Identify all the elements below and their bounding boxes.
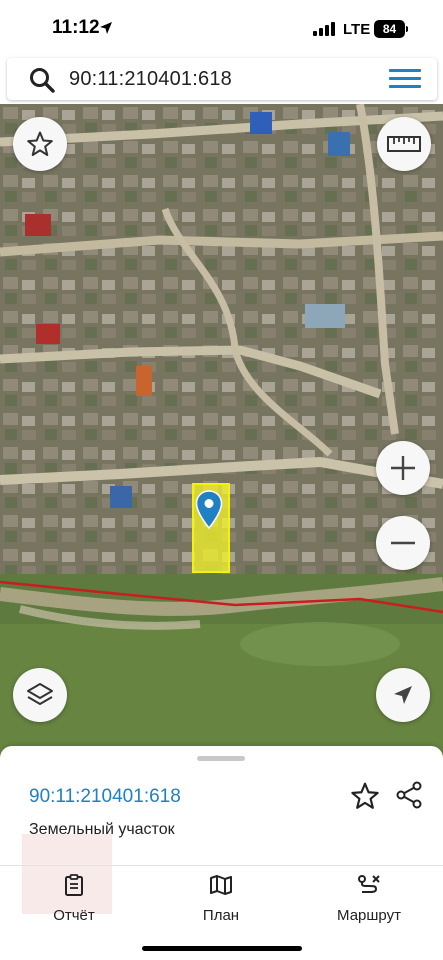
share-icon[interactable] [395,781,423,809]
satellite-map[interactable] [0,104,443,764]
battery-tip [406,26,408,32]
search-input[interactable]: 90:11:210401:618 [69,68,232,91]
ruler-button[interactable] [377,117,431,171]
tab-route[interactable]: Маршрут [331,874,407,924]
zoom-in-button[interactable] [376,441,430,495]
bottom-tab-bar: Отчёт План Маршрут [0,866,443,926]
parcel-cadastral-number[interactable]: 90:11:210401:618 [29,786,181,808]
location-arrow-icon [100,22,112,34]
favorites-button[interactable] [13,117,67,171]
location-pin-icon[interactable] [195,490,223,530]
layers-icon [27,683,53,705]
battery-icon: 84 [374,20,405,38]
home-indicator[interactable] [142,946,302,951]
zoom-out-button[interactable] [376,516,430,570]
report-icon [65,874,83,896]
tab-report-label: Отчёт [53,907,95,924]
map-plan-icon [210,875,232,895]
plus-icon [391,456,415,480]
menu-icon[interactable] [389,69,421,89]
search-bar[interactable]: 90:11:210401:618 [7,58,437,100]
parcel-info-sheet[interactable]: 90:11:210401:618 Земельный участок Отчёт [0,746,443,960]
route-icon [358,875,380,893]
network-label: LTE [343,21,371,38]
signal-icon [313,22,335,36]
my-location-button[interactable] [376,668,430,722]
minus-icon [391,541,415,545]
ruler-icon [387,136,421,152]
star-icon [27,131,53,156]
map-imagery [0,104,443,764]
parcel-type: Земельный участок [29,821,175,838]
tab-plan-label: План [202,907,240,924]
star-icon[interactable] [350,781,380,811]
status-bar: 11:12 LTE 84 [0,0,443,56]
sheet-drag-handle[interactable] [197,756,245,761]
tab-route-label: Маршрут [337,907,401,924]
layers-button[interactable] [13,668,67,722]
tab-plan[interactable]: План [191,874,251,924]
tab-report[interactable]: Отчёт [44,874,104,924]
status-time: 11:12 [52,17,100,38]
navigation-arrow-icon [394,686,412,704]
search-icon[interactable] [29,67,55,93]
